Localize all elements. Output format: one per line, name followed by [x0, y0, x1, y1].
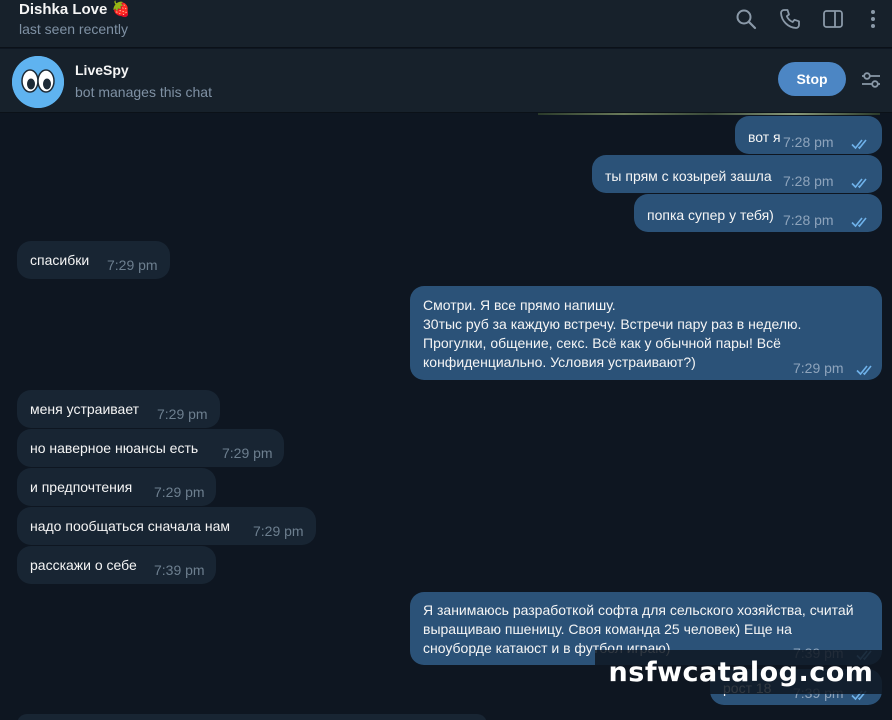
message-time: 7:29 pm: [253, 523, 304, 539]
message-incoming[interactable]: но наверное нюансы есть 7:29 pm: [17, 429, 284, 467]
message-incoming[interactable]: расскажи о себе 7:39 pm: [17, 546, 216, 584]
message-time: 7:28 pm: [783, 134, 834, 150]
message-incoming[interactable]: и предпочтения 7:29 pm: [17, 468, 216, 506]
message-time: 7:29 pm: [107, 257, 158, 273]
message-text-line: Смотри. Я все прямо напишу.: [423, 297, 616, 313]
message-outgoing[interactable]: Смотри. Я все прямо напишу. 30тыс руб за…: [410, 286, 882, 380]
message-outgoing[interactable]: попка супер у тебя) 7:28 pm: [634, 194, 882, 232]
message-text: надо пообщаться сначала нам: [30, 518, 230, 534]
message-incoming[interactable]: спасибки 7:29 pm: [17, 241, 170, 279]
message-text: меня устраивает: [30, 401, 140, 417]
chat-title[interactable]: Dishka Love 🍓: [19, 0, 130, 18]
message-text: расскажи о себе: [30, 557, 137, 573]
double-check-icon: [851, 175, 871, 189]
search-icon[interactable]: [735, 8, 757, 30]
chat-header: Dishka Love 🍓 last seen recently: [0, 0, 892, 48]
message-time: 7:29 pm: [154, 484, 205, 500]
double-check-icon: [851, 214, 871, 228]
bot-subtitle: bot manages this chat: [75, 84, 212, 100]
message-incoming[interactable]: надо пообщаться сначала нам 7:29 pm: [17, 507, 316, 545]
message-time: 7:29 pm: [157, 406, 208, 422]
photo-message-edge[interactable]: [538, 113, 880, 115]
message-time: 7:28 pm: [783, 173, 834, 189]
more-vertical-icon[interactable]: [862, 8, 884, 30]
double-check-icon: [856, 362, 876, 376]
sliders-icon[interactable]: [860, 69, 882, 91]
message-text: и предпочтения: [30, 479, 133, 495]
strawberry-emoji: 🍓: [111, 1, 131, 18]
double-check-icon: [851, 136, 871, 150]
message-time: 7:28 pm: [783, 212, 834, 228]
message-text: попка супер у тебя): [647, 207, 774, 223]
message-text-line: конфиденциально. Условия устраивают?): [423, 354, 696, 370]
watermark: nsfwcatalog.com: [595, 650, 887, 694]
message-text-line: выращиваю пшеницу. Своя команда 25 челов…: [423, 621, 792, 637]
message-text: вот я: [748, 129, 781, 145]
message-list[interactable]: вот я 7:28 pm ты прям с козырей зашла 7:…: [0, 113, 892, 720]
message-incoming[interactable]: меня устраивает 7:29 pm: [17, 390, 220, 428]
message-text-line: 30тыс руб за каждую встречу. Встречи пар…: [423, 316, 802, 332]
stop-bot-button[interactable]: Stop: [778, 62, 846, 96]
message-text: спасибки: [30, 252, 90, 268]
message-time: 7:29 pm: [222, 445, 273, 461]
message-incoming-partial[interactable]: [17, 714, 487, 720]
message-outgoing[interactable]: вот я 7:28 pm: [735, 116, 882, 154]
sidebar-toggle-icon[interactable]: [822, 8, 844, 30]
message-time: 7:39 pm: [154, 562, 205, 578]
message-text: но наверное нюансы есть: [30, 440, 199, 456]
message-text-line: Прогулки, общение, секс. Всё как у обычн…: [423, 335, 781, 351]
message-text-line: Я занимаюсь разработкой софта для сельск…: [423, 602, 854, 618]
phone-icon[interactable]: [779, 8, 801, 30]
bot-manager-bar: LiveSpy bot manages this chat Stop: [0, 49, 892, 113]
message-time: 7:29 pm: [793, 360, 844, 376]
bot-name[interactable]: LiveSpy: [75, 62, 129, 78]
message-outgoing[interactable]: ты прям с козырей зашла 7:28 pm: [592, 155, 882, 193]
chat-status: last seen recently: [19, 21, 128, 37]
eyes-emoji-icon[interactable]: [12, 56, 64, 108]
message-text: ты прям с козырей зашла: [605, 168, 772, 184]
